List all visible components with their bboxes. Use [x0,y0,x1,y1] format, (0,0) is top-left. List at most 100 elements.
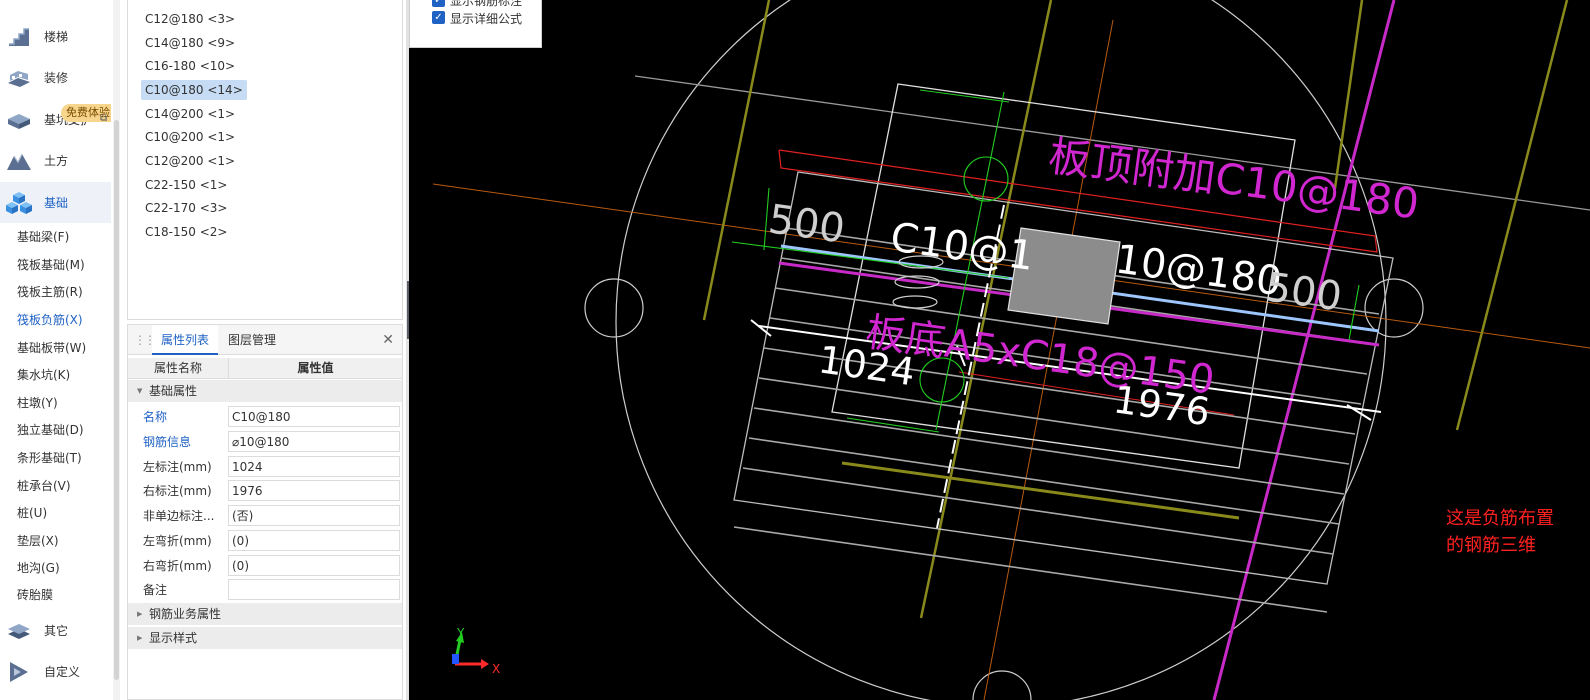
group-label: 钢筋业务属性 [149,607,222,621]
decoration-icon [8,71,30,87]
axis-label-x: X [492,662,500,676]
sub-item-foundation-strip[interactable]: 基础板带(W) [17,338,86,358]
sub-item-pile[interactable]: 桩(U) [17,503,47,523]
axis-label-y: Y [456,626,465,640]
checkbox-show-rebar-dims[interactable]: ✓ [432,0,445,7]
group-label: 显示样式 [149,631,198,645]
label-negative-rebar-left: C10@1 [888,214,1037,280]
sub-item-cushion[interactable]: 垫层(X) [17,531,59,551]
property-value-input[interactable] [228,555,400,576]
tab-layer-management[interactable]: 图层管理 [219,325,285,355]
property-row-name: 名称 [128,404,402,429]
drag-handle-icon[interactable]: ⋮⋮ [134,333,156,347]
list-item[interactable]: C22-170 <3> [141,198,231,218]
group-label: 基础属性 [149,384,198,398]
list-item[interactable]: C16-180 <10> [141,56,239,76]
category-foundation[interactable]: 基础 [0,182,111,223]
close-icon[interactable]: ✕ [382,332,394,348]
list-item[interactable]: C14@200 <1> [141,104,239,124]
property-name: 名称 [143,410,168,424]
property-value-input[interactable] [228,406,400,427]
category-earthwork[interactable]: 土方 [0,140,111,181]
category-label: 自定义 [44,665,81,679]
category-label: 楼梯 [44,30,69,44]
caret-right-icon: ▶ [137,634,143,642]
property-value-input[interactable] [228,456,400,477]
sub-item-brick-formwork[interactable]: 砖胎膜 [17,585,53,605]
property-name: 右弯折(mm) [143,559,212,573]
property-row-rebar-info: 钢筋信息 [128,429,402,454]
property-table-header: 属性名称 属性值 [128,358,402,379]
component-sidebar: 楼梯 装修 基坑支护 免费体验 ⧉ 土方 基础 基础梁(F) [0,0,111,700]
property-value-input[interactable] [228,530,400,551]
sub-item-column-pier[interactable]: 柱墩(Y) [17,393,58,413]
property-row-non-single-dim: 非单边标注... [128,503,402,528]
annotation-note: 这是负筋布置的钢筋三维 [1446,508,1554,556]
list-item-selected[interactable]: C10@180 <14> [141,80,247,100]
sub-item-raft-main-rebar[interactable]: 筏板主筋(R) [17,282,83,302]
category-decoration[interactable]: 装修 [0,57,111,98]
group-display-style[interactable]: ▶ 显示样式 [128,627,402,649]
caret-right-icon: ▶ [137,610,143,618]
category-custom[interactable]: 自定义 [0,651,111,692]
property-value-input[interactable] [228,505,400,526]
dimension-500-left: 500 [766,196,848,252]
property-panel: ⋮⋮ 属性列表 图层管理 ✕ 属性名称 属性值 ▼ 基础属性 名称 钢筋信息 左… [127,324,403,700]
axis-gizmo: X Y [452,626,500,676]
list-item[interactable]: C12@200 <1> [141,151,239,171]
group-rebar-business-properties[interactable]: ▶ 钢筋业务属性 [128,603,402,625]
property-tabs: ⋮⋮ 属性列表 图层管理 ✕ [128,325,402,355]
stair-icon [9,28,29,46]
sub-item-isolated-footing[interactable]: 独立基础(D) [17,420,84,440]
scrollbar-thumb[interactable] [114,120,119,680]
list-item[interactable]: C10@200 <1> [141,127,239,147]
column-header-value: 属性值 [228,358,402,379]
category-label: 基础 [44,196,69,210]
sub-item-pile-cap[interactable]: 桩承台(V) [17,476,71,496]
dimension-tick [1346,404,1372,421]
category-other[interactable]: 其它 [0,610,111,651]
column-header-name: 属性名称 [153,361,202,375]
custom-icon [10,662,28,682]
pit-support-icon [8,114,30,129]
property-row-right-dim: 右标注(mm) [128,478,402,503]
foundation-icon [6,192,32,214]
rebar-magenta [1212,0,1396,700]
dimension-500-right: 500 [1263,264,1345,320]
checkbox-label: 显示详细公式 [450,12,523,26]
list-item[interactable]: C14@180 <9> [141,33,239,53]
sub-item-sump-pit[interactable]: 集水坑(K) [17,365,70,385]
property-row-left-dim: 左标注(mm) [128,454,402,479]
property-name: 右标注(mm) [143,484,212,498]
category-label: 土方 [44,154,69,168]
label-top-rebar: 板顶附加C10@180 [1046,131,1422,228]
group-basic-properties[interactable]: ▼ 基础属性 [128,380,402,402]
property-value-input[interactable] [228,480,400,501]
rebar-3d-viewport[interactable]: 板顶附加C10@180 C10@1 10@180 板底A5xC18@150 50… [409,0,1590,700]
sidebar-scrollbar[interactable] [113,0,120,700]
property-name: 非单边标注... [143,509,215,523]
sub-item-raft-foundation[interactable]: 筏板基础(M) [17,255,85,275]
property-name: 备注 [143,583,168,597]
sub-item-raft-negative-rebar[interactable]: 筏板负筋(X) [17,310,83,330]
rebar-list-panel: C12@180 <3> C14@180 <9> C16-180 <10> C10… [127,0,403,320]
label-negative-rebar-right: 10@180 [1113,236,1285,305]
sub-item-strip-footing[interactable]: 条形基础(T) [17,448,82,468]
list-item[interactable]: C22-150 <1> [141,175,231,195]
property-value-input[interactable] [228,431,400,452]
category-stair[interactable]: 楼梯 [0,16,111,57]
rebar-3d-drawing[interactable]: 板顶附加C10@180 C10@1 10@180 板底A5xC18@150 50… [409,0,1590,700]
checkbox-show-detailed-formula[interactable]: ✓ [432,11,445,24]
list-item[interactable]: C18-150 <2> [141,222,231,242]
pile-circle [584,278,644,338]
sub-item-foundation-beam[interactable]: 基础梁(F) [17,227,69,247]
property-row-right-bend: 右弯折(mm) [128,553,402,578]
rebar-olive [1455,0,1569,431]
tab-property-list[interactable]: 属性列表 [152,325,219,355]
sub-item-trench[interactable]: 地沟(G) [17,558,60,578]
category-label: 装修 [44,71,69,85]
caret-down-icon: ▼ [137,387,143,395]
property-value-input[interactable] [228,579,400,600]
list-item[interactable]: C12@180 <3> [141,9,239,29]
property-name: 左弯折(mm) [143,534,212,548]
